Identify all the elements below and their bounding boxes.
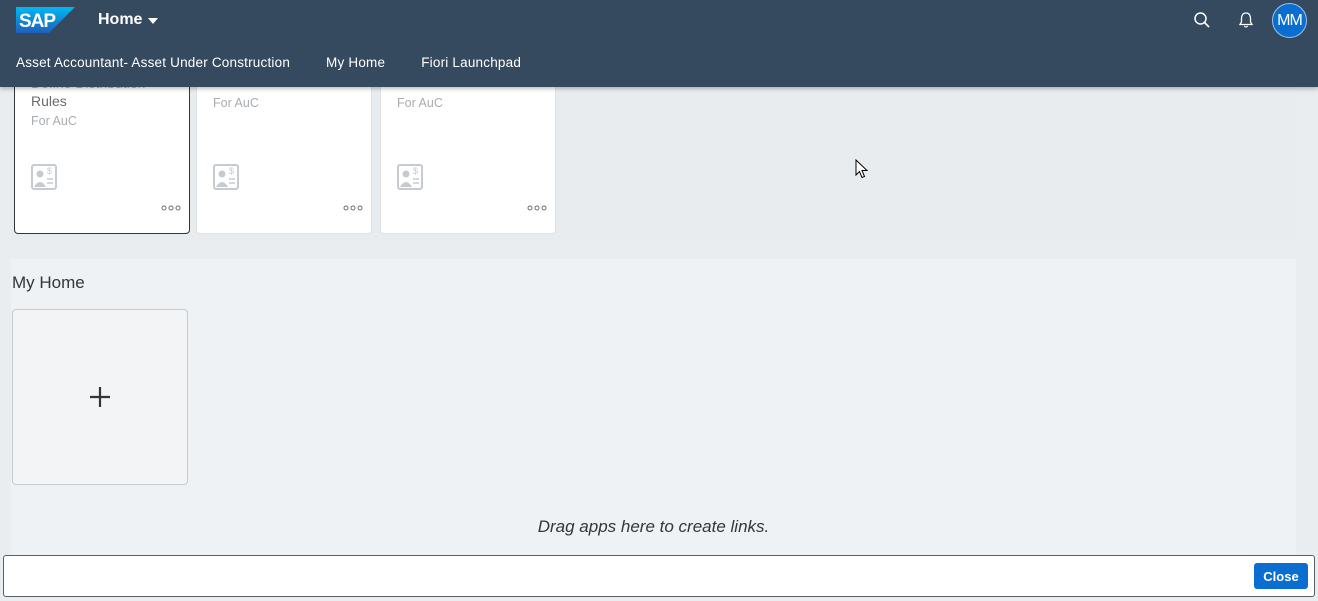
anchor-navigation-bar: Asset Accountant- Asset Under Constructi…: [0, 48, 540, 76]
shell-header: SAP Home MM Asset Accountant- Asset Unde…: [0, 0, 1318, 87]
anchor-item-asset-accountant[interactable]: Asset Accountant- Asset Under Constructi…: [0, 55, 309, 70]
mouse-pointer-icon: [855, 159, 869, 179]
tile-title-line2: Rules: [31, 93, 67, 109]
close-button[interactable]: Close: [1254, 563, 1308, 589]
home-menu-button[interactable]: Home: [98, 10, 159, 30]
more-options-icon[interactable]: [527, 205, 547, 211]
sap-logo-text: SAP: [19, 11, 56, 32]
drag-apps-hint: Drag apps here to create links.: [537, 517, 770, 536]
caret-down-icon: [148, 18, 159, 24]
asset-icon: $: [31, 164, 57, 190]
tile-group-asset-accountant: Define Distribution Rules For AuC $ Exec…: [11, 81, 1296, 242]
user-avatar[interactable]: MM: [1272, 3, 1307, 38]
svg-text:$: $: [229, 166, 234, 176]
notifications-icon[interactable]: [1237, 11, 1255, 29]
tile-subtitle: For AuC: [31, 114, 77, 128]
search-icon[interactable]: [1193, 11, 1211, 29]
tile-subtitle: For AuC: [397, 96, 443, 110]
footer-toolbar: Close: [3, 555, 1315, 597]
anchor-item-my-home[interactable]: My Home: [309, 55, 404, 70]
home-menu-label: Home: [98, 11, 143, 28]
tile-subtitle: For AuC: [213, 96, 259, 110]
add-app-tile[interactable]: [12, 309, 188, 485]
tile-define-distribution-rules[interactable]: Define Distribution Rules For AuC $: [14, 81, 190, 234]
svg-text:$: $: [413, 166, 418, 176]
tile-reverse-settlement[interactable]: Reverse Settlement For AuC $: [380, 81, 556, 234]
svg-text:$: $: [47, 166, 52, 176]
more-options-icon[interactable]: [161, 205, 181, 211]
tile-group-my-home: My Home Drag apps here to create links.: [11, 259, 1296, 559]
asset-icon: $: [397, 164, 423, 190]
plus-icon: [90, 387, 110, 407]
group-title: My Home: [12, 273, 85, 292]
avatar-initials: MM: [1277, 11, 1303, 29]
more-options-icon[interactable]: [343, 205, 363, 211]
asset-icon: $: [213, 164, 239, 190]
anchor-item-fiori-launchpad[interactable]: Fiori Launchpad: [404, 55, 540, 70]
tile-execute-settlement[interactable]: Execute Settlement For AuC $: [196, 81, 372, 234]
sap-logo[interactable]: SAP: [16, 7, 75, 33]
